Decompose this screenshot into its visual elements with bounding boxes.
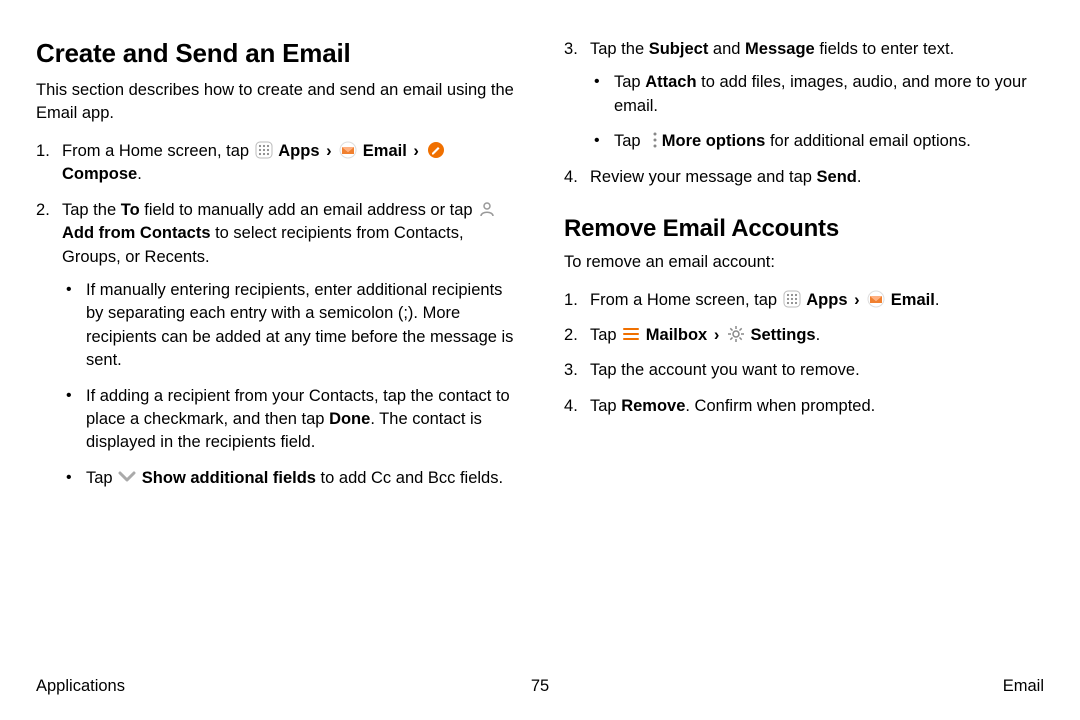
apps-icon [255,141,273,159]
bullet-more-options: Tap More options for additional email op… [590,130,1044,153]
step-2: Tap the To field to manually add an emai… [36,199,516,491]
bullet-from-contacts: If adding a recipient from your Contacts… [62,385,516,455]
text: for additional email options. [765,132,970,150]
chevron-down-icon [118,468,136,486]
remove-step-3: Tap the account you want to remove. [564,359,1044,382]
step-1: From a Home screen, tap Apps › Email › C… [36,140,516,187]
text: field to manually add an email address o… [140,201,478,219]
add-contacts-label: Add from Contacts [62,224,211,242]
step-4: Review your message and tap Send. [564,166,1044,189]
text: . [935,291,940,309]
step-3-sublist: Tap Attach to add files, images, audio, … [590,71,1044,153]
chevron-icon: › [712,326,722,344]
remove-label: Remove [621,397,685,415]
text: Tap [590,397,621,415]
text: From a Home screen, tap [590,291,782,309]
intro-text: This section describes how to create and… [36,79,516,126]
email-icon [867,290,885,308]
show-fields-label: Show additional fields [142,469,316,487]
intro-remove: To remove an email account: [564,251,1044,274]
text: Review your message and tap [590,168,817,186]
left-column: Create and Send an Email This section de… [36,38,516,502]
apps-label: Apps [278,142,319,160]
send-label: Send [817,168,857,186]
heading-create-send: Create and Send an Email [36,38,516,69]
apps-label: Apps [806,291,847,309]
text: fields to enter text. [815,40,954,58]
footer-left: Applications [36,677,125,696]
text: Tap the [62,201,121,219]
apps-icon [783,290,801,308]
settings-icon [727,325,745,343]
bullet-attach: Tap Attach to add files, images, audio, … [590,71,1044,118]
more-options-icon [646,131,656,149]
email-icon [339,141,357,159]
settings-label: Settings [751,326,816,344]
text: Tap [614,73,645,91]
attach-label: Attach [645,73,696,91]
step-3: Tap the Subject and Message fields to en… [564,38,1044,154]
footer-right: Email [1003,677,1044,696]
more-options-label: More options [662,132,766,150]
page-footer: Applications 75 Email [36,677,1044,696]
compose-label: Compose [62,165,137,183]
text: . [857,168,862,186]
email-label: Email [363,142,407,160]
bullet-manual-entry: If manually entering recipients, enter a… [62,279,516,373]
chevron-icon: › [324,142,334,160]
footer-page-number: 75 [531,677,549,696]
create-send-steps-cont: Tap the Subject and Message fields to en… [564,38,1044,189]
remove-steps: From a Home screen, tap Apps › Email. Ta… [564,289,1044,419]
create-send-steps: From a Home screen, tap Apps › Email › C… [36,140,516,490]
remove-step-4: Tap Remove. Confirm when prompted. [564,395,1044,418]
bullet-show-fields: Tap Show additional fields to add Cc and… [62,467,516,490]
mailbox-label: Mailbox [646,326,707,344]
text: . [816,326,821,344]
text: . [137,165,142,183]
text: . Confirm when prompted. [685,397,875,415]
right-column: Tap the Subject and Message fields to en… [564,38,1044,502]
text: Tap [86,469,117,487]
compose-icon [427,141,445,159]
text: Tap [590,326,621,344]
mailbox-icon [622,325,640,343]
message-label: Message [745,40,815,58]
text: to add Cc and Bcc fields. [316,469,503,487]
to-label: To [121,201,140,219]
text: From a Home screen, tap [62,142,254,160]
remove-step-1: From a Home screen, tap Apps › Email. [564,289,1044,312]
chevron-icon: › [411,142,421,160]
step-2-sublist: If manually entering recipients, enter a… [62,279,516,490]
done-label: Done [329,410,370,428]
subject-label: Subject [649,40,709,58]
text: Tap the [590,40,649,58]
text: Tap [614,132,645,150]
email-label: Email [891,291,935,309]
heading-remove-accounts: Remove Email Accounts [564,215,1044,243]
text: and [708,40,745,58]
remove-step-2: Tap Mailbox › Settings. [564,324,1044,347]
page-content: Create and Send an Email This section de… [0,0,1080,502]
chevron-icon: › [852,291,862,309]
contact-icon [478,200,496,218]
